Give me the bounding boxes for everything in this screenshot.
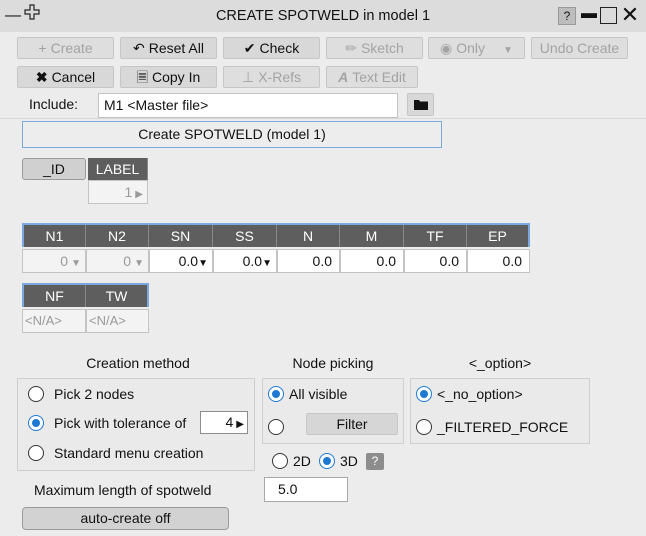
node-picking-title: Node picking bbox=[292, 355, 374, 371]
radio-label-2d: 2D bbox=[293, 453, 311, 469]
create-button[interactable]: + Create bbox=[17, 37, 114, 59]
max-length-field[interactable]: 5.0 bbox=[264, 477, 348, 502]
only-button[interactable]: ◉ Only ▼ bbox=[428, 37, 525, 59]
include-field[interactable]: M1 <Master file> bbox=[98, 93, 398, 118]
creation-method-title: Creation method bbox=[86, 355, 190, 371]
text-edit-button[interactable]: A Text Edit bbox=[326, 66, 418, 88]
create-header: Create SPOTWELD (model 1) bbox=[22, 121, 442, 148]
divider bbox=[0, 118, 646, 119]
col-header-ep: EP bbox=[467, 225, 528, 247]
field-tw[interactable]: <N/A> bbox=[86, 309, 149, 333]
copy-document-icon: 🗏 bbox=[136, 69, 148, 85]
radio-label-pick-2-nodes: Pick 2 nodes bbox=[54, 386, 135, 402]
reset-all-button[interactable]: ↶ Reset All bbox=[120, 37, 217, 59]
window-title: CREATE SPOTWELD in model 1 bbox=[215, 8, 431, 24]
copy-in-button[interactable]: 🗏 Copy In bbox=[120, 66, 217, 88]
folder-icon bbox=[414, 100, 428, 110]
radio-all-visible[interactable] bbox=[268, 386, 284, 402]
radio-label-filtered-force: _FILTERED_FORCE bbox=[437, 419, 569, 435]
cancel-button[interactable]: ✖ Cancel bbox=[17, 66, 114, 88]
dropdown-arrow-icon: ▼ bbox=[198, 258, 208, 269]
radio-2d[interactable] bbox=[272, 453, 288, 469]
include-label: Include: bbox=[29, 96, 79, 112]
filter-button[interactable]: Filter bbox=[306, 413, 398, 435]
field-m[interactable]: 0.0 bbox=[340, 249, 404, 273]
label-header: LABEL bbox=[88, 158, 148, 180]
col-header-n2: N2 bbox=[86, 225, 149, 247]
col-header-n: N bbox=[277, 225, 340, 247]
radio-standard-menu[interactable] bbox=[28, 445, 44, 461]
check-button[interactable]: ✔ Check bbox=[223, 37, 320, 59]
maximize-icon[interactable] bbox=[600, 7, 617, 24]
field-nf[interactable]: <N/A> bbox=[22, 309, 86, 333]
field-n[interactable]: 0.0 bbox=[277, 249, 340, 273]
radio-label-pick-tolerance: Pick with tolerance of bbox=[54, 415, 187, 431]
col-header-nf: NF bbox=[24, 285, 86, 307]
dropdown-arrow-icon: ▼ bbox=[503, 45, 513, 56]
field-n2[interactable]: 0 ▼ bbox=[86, 249, 149, 273]
radio-label-standard-menu: Standard menu creation bbox=[54, 445, 204, 461]
3d-help-button[interactable]: ? bbox=[366, 453, 384, 470]
radio-pick-2-nodes[interactable] bbox=[28, 386, 44, 402]
radio-label-all-visible: All visible bbox=[289, 386, 348, 402]
field-ep[interactable]: 0.0 bbox=[467, 249, 530, 273]
folder-button[interactable] bbox=[407, 93, 434, 116]
help-button[interactable]: ? bbox=[558, 7, 576, 25]
binoculars-icon: ◉ bbox=[440, 40, 453, 56]
radio-pick-tolerance[interactable] bbox=[28, 415, 44, 431]
dropdown-arrow-icon: ▼ bbox=[134, 258, 144, 269]
col-header-n1: N1 bbox=[24, 225, 86, 247]
arrow-right-icon: ▶ bbox=[135, 189, 143, 200]
dropdown-arrow-icon: ▼ bbox=[71, 258, 81, 269]
pencil-icon: ✏ bbox=[345, 40, 357, 56]
sketch-button[interactable]: ✏ Sketch bbox=[326, 37, 423, 59]
close-icon[interactable]: ✕ bbox=[619, 3, 641, 27]
col-header-tw: TW bbox=[86, 285, 147, 307]
undo-arrow-icon: ↶ bbox=[133, 40, 145, 56]
id-button[interactable]: _ID bbox=[22, 158, 86, 180]
minimize-icon[interactable]: ▬ bbox=[579, 2, 599, 26]
radio-label-3d: 3D bbox=[340, 453, 358, 469]
checkmark-icon: ✔ bbox=[243, 40, 256, 56]
col-header-m: M bbox=[340, 225, 404, 247]
radio-filter[interactable] bbox=[268, 419, 284, 435]
hierarchy-icon: ⊥ bbox=[242, 69, 255, 85]
plus-icon: + bbox=[38, 40, 47, 56]
tolerance-field[interactable]: 4 ▶ bbox=[200, 411, 248, 434]
dropdown-arrow-icon: ▼ bbox=[262, 258, 272, 269]
xrefs-button[interactable]: ⊥ X-Refs bbox=[223, 66, 320, 88]
undo-create-button[interactable]: Undo Create bbox=[531, 37, 628, 59]
auto-create-button[interactable]: auto-create off bbox=[22, 507, 229, 530]
field-ss[interactable]: 0.0▼ bbox=[213, 249, 277, 273]
col-header-sn: SN bbox=[149, 225, 213, 247]
col-header-tf: TF bbox=[404, 225, 467, 247]
field-tf[interactable]: 0.0 bbox=[404, 249, 467, 273]
radio-no-option[interactable] bbox=[416, 386, 432, 402]
radio-label-no-option: <_no_option> bbox=[437, 386, 523, 402]
max-length-label: Maximum length of spotweld bbox=[34, 482, 212, 498]
field-n1[interactable]: 0 ▼ bbox=[22, 249, 86, 273]
field-sn[interactable]: 0.0▼ bbox=[149, 249, 213, 273]
text-a-icon: A bbox=[338, 69, 349, 85]
radio-filtered-force[interactable] bbox=[416, 419, 432, 435]
label-field[interactable]: 1 ▶ bbox=[88, 180, 148, 204]
option-title: <_option> bbox=[468, 355, 532, 371]
close-x-icon: ✖ bbox=[35, 69, 48, 85]
col-header-ss: SS bbox=[213, 225, 277, 247]
arrow-right-icon: ▶ bbox=[236, 419, 244, 430]
radio-3d[interactable] bbox=[319, 453, 335, 469]
